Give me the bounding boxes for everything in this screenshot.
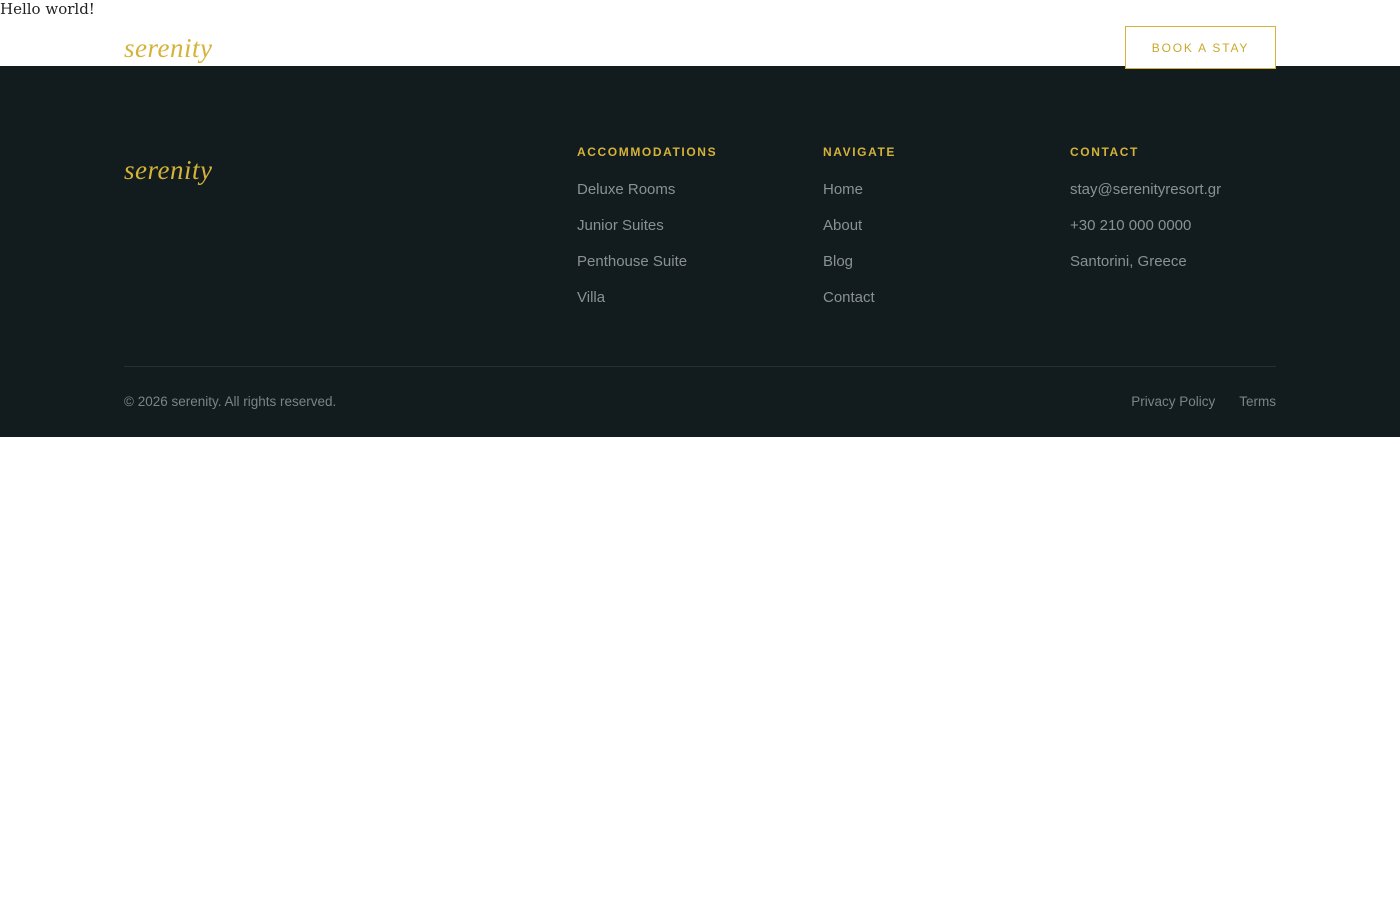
contact-phone-link[interactable]: +30 210 000 0000 <box>1070 217 1191 234</box>
header-brand-logo[interactable]: serenity <box>124 30 212 66</box>
link-villa[interactable]: Villa <box>577 288 717 308</box>
link-about[interactable]: About <box>823 216 896 236</box>
footer-column-navigate: NAVIGATE Home About Blog Contact <box>823 144 896 324</box>
legal-links: Privacy Policy Terms <box>1131 393 1276 411</box>
copyright-text: © 2026 serenity. All rights reserved. <box>124 394 337 409</box>
contact-email[interactable]: stay@serenityresort.gr <box>1070 180 1221 200</box>
link-penthouse-suite[interactable]: Penthouse Suite <box>577 252 717 272</box>
terms-link[interactable]: Terms <box>1239 393 1276 411</box>
link-villa-label[interactable]: Villa <box>577 289 605 306</box>
site-footer: serenity ACCOMMODATIONS Deluxe Rooms Jun… <box>0 66 1400 437</box>
contact-location: Santorini, Greece <box>1070 252 1221 272</box>
link-junior-suites[interactable]: Junior Suites <box>577 216 717 236</box>
contact-location-text: Santorini, Greece <box>1070 253 1187 270</box>
footer-column-contact: CONTACT stay@serenityresort.gr +30 210 0… <box>1070 144 1221 288</box>
column-heading: ACCOMMODATIONS <box>577 145 718 159</box>
site-header: serenity BOOK A STAY <box>0 0 1400 69</box>
column-heading: CONTACT <box>1070 145 1139 159</box>
link-blog[interactable]: Blog <box>823 252 896 272</box>
contact-list: stay@serenityresort.gr +30 210 000 0000 … <box>1070 180 1221 272</box>
link-contact-label[interactable]: Contact <box>823 289 875 306</box>
footer-column-accommodations: ACCOMMODATIONS Deluxe Rooms Junior Suite… <box>577 144 717 324</box>
column-heading: NAVIGATE <box>823 145 897 159</box>
navigate-list: Home About Blog Contact <box>823 180 896 308</box>
link-home[interactable]: Home <box>823 180 896 200</box>
accommodations-list: Deluxe Rooms Junior Suites Penthouse Sui… <box>577 180 717 308</box>
link-junior-suites-label[interactable]: Junior Suites <box>577 217 664 234</box>
page: Hello world! serenity BOOK A STAY sereni… <box>0 0 1400 900</box>
link-contact[interactable]: Contact <box>823 288 896 308</box>
privacy-policy-link[interactable]: Privacy Policy <box>1131 393 1215 411</box>
book-a-stay-button[interactable]: BOOK A STAY <box>1125 26 1276 69</box>
link-about-label[interactable]: About <box>823 217 862 234</box>
link-blog-label[interactable]: Blog <box>823 253 853 270</box>
link-deluxe-rooms[interactable]: Deluxe Rooms <box>577 180 717 200</box>
contact-email-link[interactable]: stay@serenityresort.gr <box>1070 181 1221 198</box>
link-penthouse-suite-label[interactable]: Penthouse Suite <box>577 253 687 270</box>
link-deluxe-rooms-label[interactable]: Deluxe Rooms <box>577 181 675 198</box>
contact-phone[interactable]: +30 210 000 0000 <box>1070 216 1221 236</box>
footer-brand-logo[interactable]: serenity <box>124 152 212 188</box>
link-home-label[interactable]: Home <box>823 181 863 198</box>
footer-divider <box>124 366 1276 367</box>
